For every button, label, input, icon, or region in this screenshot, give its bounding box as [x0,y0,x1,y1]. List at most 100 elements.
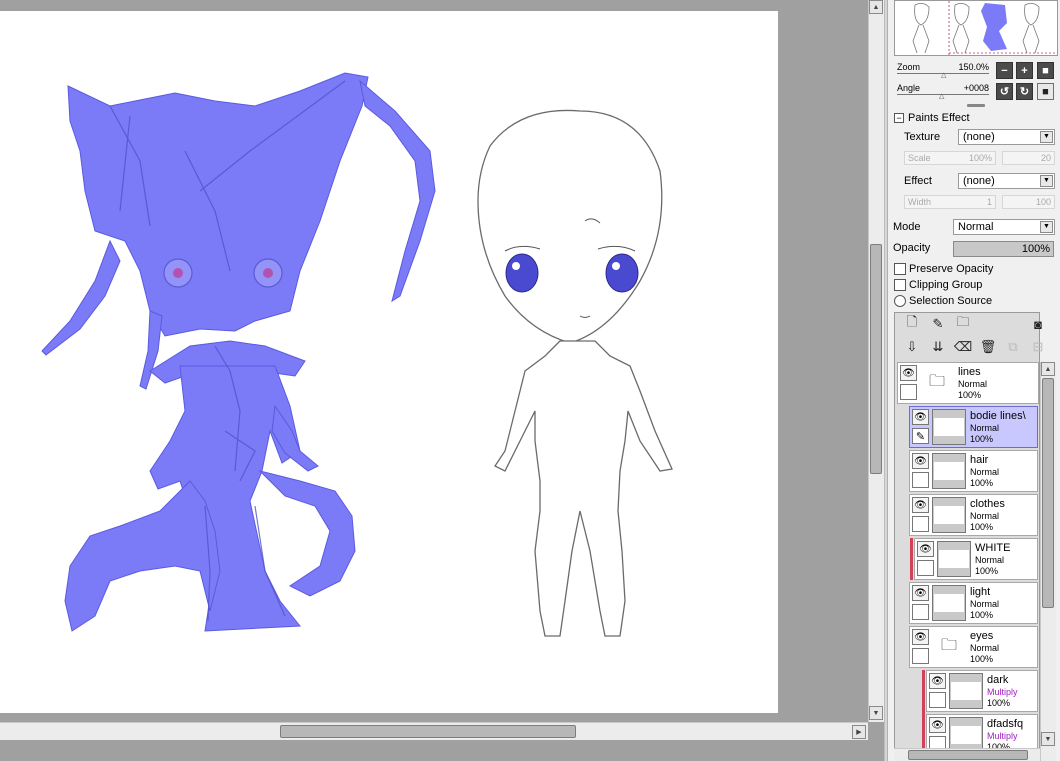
zoom-reset-button[interactable]: ■ [1037,62,1054,79]
zoom-in-button[interactable]: + [1016,62,1033,79]
checkbox-box[interactable] [894,263,906,275]
layer-row-dark[interactable]: 👁 dark Multiply 100% [926,670,1038,712]
navigator-resize-grip[interactable] [967,104,985,107]
eye-icon[interactable]: 👁 [912,409,929,425]
drawing-canvas[interactable] [0,11,778,713]
angle-value: +0008 [963,83,989,93]
navigator-thumbnail [895,1,1057,55]
eye-icon[interactable]: 👁 [929,717,946,733]
layer-row-folder-eyes[interactable]: 👁 🗀 eyes Normal 100% [909,626,1038,668]
angle-slider-knob[interactable]: △ [939,93,944,100]
rotate-left-button[interactable]: ↺ [996,83,1013,100]
new-folder-icon[interactable]: 🗀 [955,314,971,332]
scroll-up-button[interactable]: ▲ [1041,362,1055,376]
rotate-reset-button[interactable]: ■ [1037,83,1054,100]
clipping-group-checkbox[interactable]: Clipping Group [894,278,982,292]
effect-select[interactable]: (none) ▼ [958,173,1055,189]
layer-thumbnail [932,409,966,445]
zoom-value: 150.0% [958,62,989,72]
layer-hscroll-thumb[interactable] [908,750,1028,760]
layer-lock-box[interactable] [912,516,929,532]
checkbox-box[interactable] [894,279,906,291]
layer-name: eyes [970,630,994,642]
new-linework-layer-icon[interactable]: ✎ [930,316,946,332]
selection-source-radio[interactable]: Selection Source [894,294,992,308]
pen-icon[interactable]: ✎ [912,428,929,444]
eye-icon[interactable]: 👁 [912,585,929,601]
apply-mask-icon[interactable]: ⧉ [1005,339,1021,355]
layer-opacity: 100% [987,698,1011,708]
layer-row-folder-lines[interactable]: 👁 🗀 lines Normal 100% [897,362,1039,404]
scale-label: Scale [908,153,931,163]
canvas-area[interactable]: ▲ ▼ ▶ [0,0,884,740]
scale-field: Scale 100% [904,151,996,165]
layer-lock-box[interactable] [912,472,929,488]
layer-list-horizontal-scrollbar[interactable] [894,748,1040,761]
merge-visible-icon[interactable]: ⇊ [930,339,946,355]
transfer-down-icon[interactable]: ⊟ [1030,339,1046,355]
layer-lock-box[interactable] [912,604,929,620]
layer-list-scrollbar[interactable]: ▲ ▼ [1040,362,1056,761]
canvas-horizontal-scrollbar[interactable]: ▶ [0,722,868,740]
layer-name: bodie lines\ [970,410,1026,422]
blend-mode-select[interactable]: Normal ▼ [953,219,1055,235]
horizontal-scroll-thumb[interactable] [280,725,576,738]
eye-icon[interactable]: 👁 [917,541,934,557]
radio-circle[interactable] [894,295,906,307]
zoom-label: Zoom [897,62,921,72]
rotate-right-button[interactable]: ↻ [1016,83,1033,100]
zoom-control[interactable]: Zoom 150.0% △ [897,62,989,80]
width-value: 1 [986,197,992,207]
eye-icon[interactable]: 👁 [912,453,929,469]
zoom-slider-knob[interactable]: △ [941,72,946,79]
layer-scroll-thumb[interactable] [1042,378,1054,608]
scroll-up-button[interactable]: ▲ [869,0,883,14]
eye-icon[interactable]: 👁 [912,629,929,645]
selected-character [41,72,436,632]
vertical-scroll-thumb[interactable] [870,244,882,474]
layer-mask-icon[interactable]: ◙ [1030,316,1046,332]
collapse-icon[interactable]: − [894,113,904,123]
angle-control[interactable]: Angle +0008 △ [897,83,989,101]
merge-down-icon[interactable]: ⇩ [904,339,920,355]
clipping-indicator [910,538,913,580]
chevron-down-icon[interactable]: ▼ [1040,175,1053,187]
scale-number-field: 20 [1002,151,1055,165]
chevron-down-icon[interactable]: ▼ [1040,221,1053,233]
chevron-down-icon[interactable]: ▼ [1040,131,1053,143]
layer-row-light[interactable]: 👁 light Normal 100% [909,582,1038,624]
scroll-down-button[interactable]: ▼ [1041,732,1055,746]
canvas-vertical-scrollbar[interactable]: ▲ ▼ [868,0,884,722]
navigator-preview[interactable] [894,0,1058,56]
delete-layer-icon[interactable]: 🗑 [980,339,997,355]
width-field: Width 1 [904,195,996,209]
layer-row-hair[interactable]: 👁 hair Normal 100% [909,450,1038,492]
layer-name: WHITE [975,542,1011,554]
texture-select[interactable]: (none) ▼ [958,129,1055,145]
layer-thumbnail [949,673,983,709]
paints-effect-header[interactable]: − Paints Effect [894,111,970,125]
clear-layer-icon[interactable]: ⌫ [954,339,972,355]
zoom-out-button[interactable]: − [996,62,1013,79]
eye-icon[interactable]: 👁 [929,673,946,689]
mode-label: Mode [893,221,921,233]
scroll-down-button[interactable]: ▼ [869,706,883,720]
eye-icon[interactable]: 👁 [912,497,929,513]
eye-icon[interactable]: 👁 [900,365,917,381]
opacity-slider[interactable]: 100% [953,241,1054,257]
folder-icon: 🗀 [928,372,945,390]
effect-label: Effect [904,175,932,187]
layer-row-white[interactable]: 👁 WHITE Normal 100% [914,538,1038,580]
layer-lock-box[interactable] [900,384,917,400]
new-layer-icon[interactable]: 🗋 [904,314,920,332]
layer-lock-box[interactable] [912,648,929,664]
scroll-right-button[interactable]: ▶ [852,725,866,739]
layer-mode: Normal [970,423,1000,433]
preserve-opacity-checkbox[interactable]: Preserve Opacity [894,262,993,276]
layer-lock-box[interactable] [917,560,934,576]
layer-row-bodie-lines[interactable]: 👁 ✎ bodie lines\ Normal 100% [909,406,1038,448]
layer-lock-box[interactable] [929,692,946,708]
layer-row-clothes[interactable]: 👁 clothes Normal 100% [909,494,1038,536]
folder-icon: 🗀 [940,636,957,654]
opacity-value: 100% [1021,243,1050,255]
